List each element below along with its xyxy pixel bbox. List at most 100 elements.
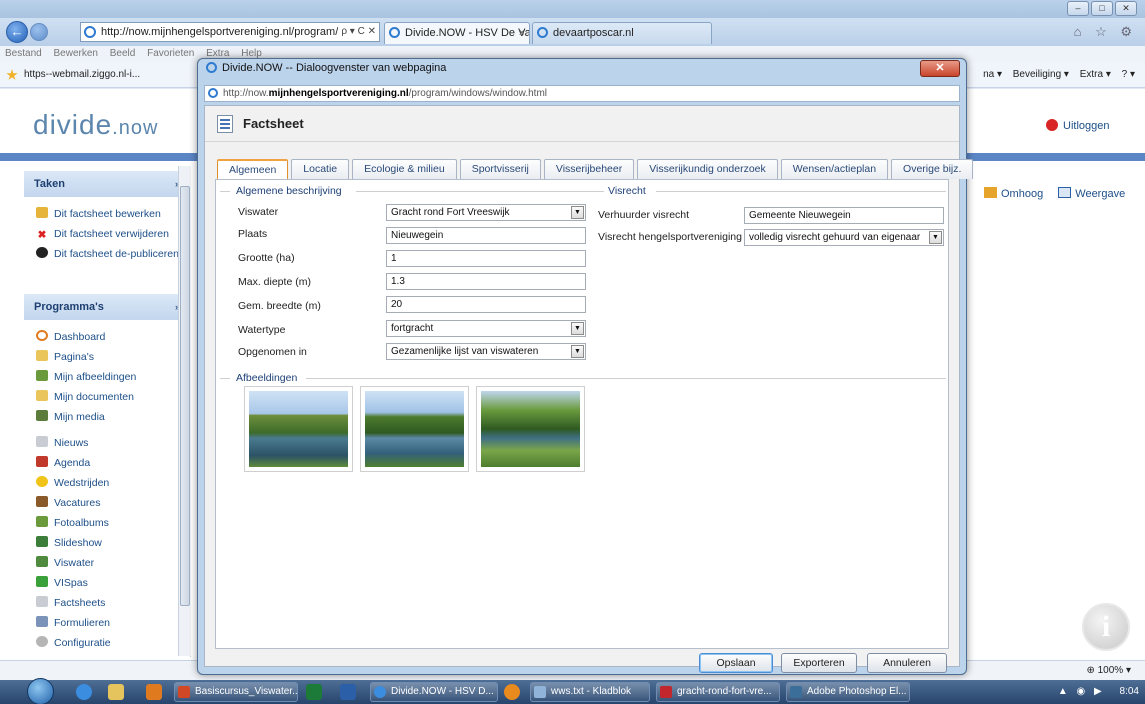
opgenomen-in-select[interactable]: Gezamenlijke lijst van viswateren ▼ <box>386 343 586 360</box>
gallery-image-1[interactable] <box>244 386 353 472</box>
media-player-icon[interactable] <box>76 684 92 700</box>
save-button[interactable]: Opslaan <box>699 653 773 673</box>
menu-beeld[interactable]: Beeld <box>110 48 136 59</box>
help-menu[interactable]: ? ▾ <box>1122 69 1135 80</box>
cancel-button[interactable]: Annuleren <box>867 653 947 673</box>
nav-viswater[interactable]: Viswater <box>24 553 190 573</box>
taskbar-item-photoshop[interactable]: Adobe Photoshop El... <box>786 682 910 702</box>
taskbar-item-notepad[interactable]: wws.txt - Kladblok <box>530 682 650 702</box>
nav-agenda[interactable]: Agenda <box>24 453 190 473</box>
export-button[interactable]: Exporteren <box>781 653 857 673</box>
nav-dashboard[interactable]: Dashboard <box>24 327 190 347</box>
zoom-level[interactable]: ⊕ 100% ▾ <box>1086 661 1131 680</box>
back-button[interactable]: ← <box>6 21 28 43</box>
forward-button[interactable] <box>30 23 48 41</box>
nav-formulieren[interactable]: Formulieren <box>24 613 190 633</box>
info-icon[interactable]: i <box>1082 603 1130 651</box>
tab-ecologie-milieu[interactable]: Ecologie & milieu <box>352 159 457 179</box>
home-favorites-tools-icons[interactable]: ⌂ ☆ ⚙ <box>1074 24 1137 40</box>
browser-tab-label: Divide.NOW - HSV De Vaart... <box>405 27 530 39</box>
word-icon[interactable] <box>340 684 356 700</box>
favorites-star-icon[interactable] <box>6 69 18 80</box>
nav-vacatures[interactable]: Vacatures <box>24 493 190 513</box>
nav-nieuws[interactable]: Nieuws <box>24 433 190 453</box>
verhuurder-field[interactable]: Gemeente Nieuwegein <box>744 207 944 224</box>
plaats-field[interactable]: Nieuwegein <box>386 227 586 244</box>
window-controls: – □ ✕ <box>1067 1 1137 16</box>
media-icon[interactable] <box>146 684 162 700</box>
tab-visserijbeheer[interactable]: Visserijbeheer <box>543 159 635 179</box>
nav-wedstrijden[interactable]: Wedstrijden <box>24 473 190 493</box>
omhoog-button[interactable]: Omhoog <box>984 187 1043 200</box>
tab-locatie[interactable]: Locatie <box>291 159 350 179</box>
dialog-close-button[interactable]: ✕ <box>920 60 960 77</box>
address-buttons[interactable]: ρ ▾ C ✕ <box>338 23 376 41</box>
address-bar[interactable]: http://now.mijnhengelsportvereniging.nl/… <box>80 22 380 42</box>
max-diepte-label: Max. diepte (m) <box>238 276 311 288</box>
taskbar-item-pdf[interactable]: gracht-rond-fort-vre... <box>656 682 780 702</box>
viswater-label: Viswater <box>238 206 279 218</box>
maximize-button[interactable]: □ <box>1091 1 1113 16</box>
nav-fotoalbums[interactable]: Fotoalbums <box>24 513 190 533</box>
pdf-icon <box>660 686 672 698</box>
gallery-image-3[interactable] <box>476 386 585 472</box>
calendar-icon <box>36 456 48 467</box>
security-menu[interactable]: Beveiliging ▾ <box>1013 69 1069 80</box>
ie-icon <box>84 26 96 38</box>
dialog-url: http://now.mijnhengelsportvereniging.nl/… <box>204 85 960 102</box>
ie-icon <box>389 27 400 38</box>
nav-factsheets[interactable]: Factsheets <box>24 593 190 613</box>
grootte-field[interactable]: 1 <box>386 250 586 267</box>
taskbar-item-ie[interactable]: Divide.NOW - HSV D... <box>370 682 498 702</box>
tray-icons[interactable]: ▲ ◉ ▶ <box>1058 686 1105 697</box>
notepad-icon <box>534 686 546 698</box>
weergave-button[interactable]: Weergave <box>1058 187 1125 200</box>
sidebar-scrollbar[interactable] <box>178 166 191 656</box>
tab-sportvisserij[interactable]: Sportvisserij <box>459 159 541 179</box>
nav-paginas[interactable]: Pagina's <box>24 347 190 367</box>
panel-taken-header[interactable]: Taken » <box>24 171 190 197</box>
media-icon <box>36 410 48 421</box>
gallery-image-2[interactable] <box>360 386 469 472</box>
excel-icon[interactable] <box>306 684 322 700</box>
viswater-select[interactable]: Gracht rond Fort Vreeswijk ▼ <box>386 204 586 221</box>
logout-link[interactable]: Uitloggen <box>1046 119 1109 132</box>
menu-favorieten[interactable]: Favorieten <box>147 48 194 59</box>
scrollbar-thumb[interactable] <box>180 186 190 606</box>
tab-visserijkundig-onderzoek[interactable]: Visserijkundig onderzoek <box>637 159 778 179</box>
favorite-link[interactable]: https--webmail.ziggo.nl-i... <box>24 62 140 88</box>
chevron-down-icon: ▼ <box>929 231 942 244</box>
taskbar-item-powerpoint[interactable]: Basiscursus_Viswater... <box>174 682 298 702</box>
visrecht-hsv-select[interactable]: volledig visrecht gehuurd van eigenaar ▼ <box>744 229 944 246</box>
tab-overige-bijz[interactable]: Overige bijz. <box>891 159 974 179</box>
task-unpublish-factsheet[interactable]: Dit factsheet de-publiceren <box>24 244 190 264</box>
close-window-button[interactable]: ✕ <box>1115 1 1137 16</box>
task-edit-factsheet[interactable]: Dit factsheet bewerken <box>24 204 190 224</box>
menu-bestand[interactable]: Bestand <box>5 48 42 59</box>
nav-slideshow[interactable]: Slideshow <box>24 533 190 553</box>
start-button[interactable] <box>27 678 54 704</box>
browser-tab[interactable]: devaartposcar.nl <box>532 22 712 44</box>
nav-mijn-documenten[interactable]: Mijn documenten <box>24 387 190 407</box>
extra-menu[interactable]: Extra ▾ <box>1080 69 1111 80</box>
powerpoint-icon <box>178 686 190 698</box>
minimize-button[interactable]: – <box>1067 1 1089 16</box>
firefox-icon[interactable] <box>504 684 520 700</box>
nav-vispas[interactable]: VISpas <box>24 573 190 593</box>
watertype-select[interactable]: fortgracht ▼ <box>386 320 586 337</box>
nav-mijn-afbeeldingen[interactable]: Mijn afbeeldingen <box>24 367 190 387</box>
nav-mijn-media[interactable]: Mijn media <box>24 407 190 427</box>
menu-bewerken[interactable]: Bewerken <box>53 48 97 59</box>
explorer-icon[interactable] <box>108 684 124 700</box>
tab-algemeen[interactable]: Algemeen <box>217 159 289 179</box>
clock[interactable]: 8:04 <box>1120 686 1139 697</box>
max-diepte-field[interactable]: 1.3 <box>386 273 586 290</box>
task-delete-factsheet[interactable]: ✖ Dit factsheet verwijderen <box>24 224 190 244</box>
close-tab-icon[interactable]: × <box>519 23 525 43</box>
browser-tab-active[interactable]: Divide.NOW - HSV De Vaart... × <box>384 22 530 44</box>
gem-breedte-field[interactable]: 20 <box>386 296 586 313</box>
page-menu[interactable]: na ▾ <box>983 69 1002 80</box>
nav-configuratie[interactable]: Configuratie <box>24 633 190 653</box>
panel-programmas-header[interactable]: Programma's » <box>24 294 190 320</box>
tab-wensen-actieplan[interactable]: Wensen/actieplan <box>780 159 889 179</box>
